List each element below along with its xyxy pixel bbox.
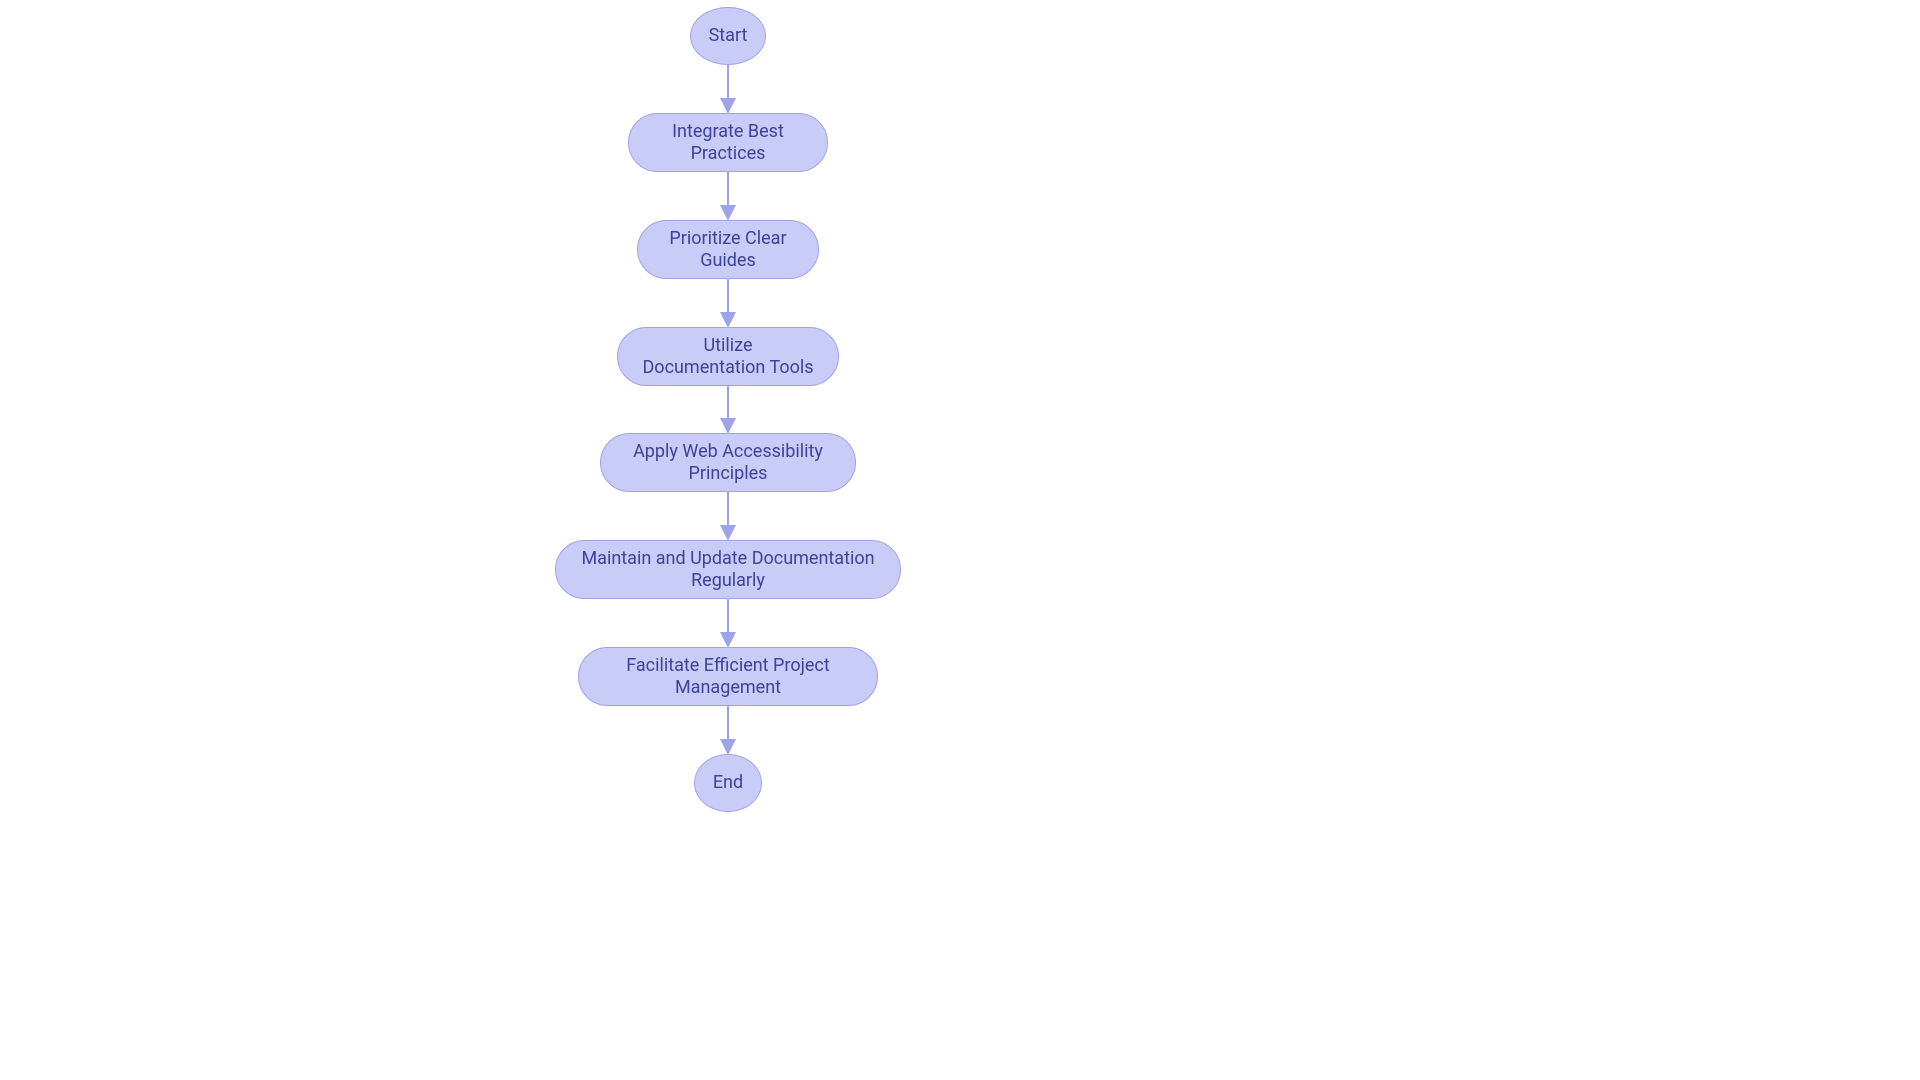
node-start[interactable]: Start (690, 7, 766, 65)
flowchart-canvas: Start Integrate Best Practices Prioritiz… (0, 0, 1920, 1080)
node-integrate-label: Integrate Best Practices (651, 121, 805, 164)
node-prioritize-label: Prioritize Clear Guides (660, 228, 796, 271)
node-apply-web-accessibility[interactable]: Apply Web Accessibility Principles (600, 433, 856, 492)
node-end[interactable]: End (694, 754, 762, 812)
node-end-label: End (713, 772, 743, 794)
node-maintain-label: Maintain and Update Documentation Regula… (578, 548, 878, 591)
node-prioritize-clear-guides[interactable]: Prioritize Clear Guides (637, 220, 819, 279)
node-facilitate-label: Facilitate Efficient Project Management (601, 655, 855, 698)
arrows-layer (0, 0, 1920, 1080)
node-maintain-update-documentation[interactable]: Maintain and Update Documentation Regula… (555, 540, 901, 599)
node-utilize-documentation-tools[interactable]: Utilize Documentation Tools (617, 327, 839, 386)
node-accessibility-label: Apply Web Accessibility Principles (623, 441, 833, 484)
node-start-label: Start (709, 25, 748, 47)
node-facilitate-project-management[interactable]: Facilitate Efficient Project Management (578, 647, 878, 706)
node-utilize-label: Utilize Documentation Tools (640, 335, 816, 378)
node-integrate-best-practices[interactable]: Integrate Best Practices (628, 113, 828, 172)
